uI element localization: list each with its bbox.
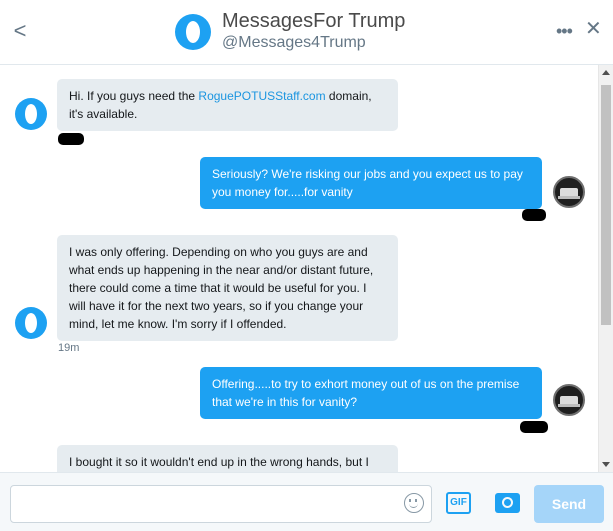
message-text: Offering.....to try to exhort money out … (212, 377, 520, 409)
message-text: Seriously? We're risking our jobs and yo… (212, 167, 523, 199)
domain-link[interactable]: RoguePOTUSStaff.com (198, 89, 325, 103)
close-button[interactable]: ✕ (585, 19, 602, 39)
contact-avatar[interactable] (175, 14, 211, 50)
message-text: I bought it so it wouldn't end up in the… (69, 455, 369, 469)
redacted-block (520, 421, 548, 433)
scroll-up-arrow[interactable] (602, 70, 610, 75)
message-thread[interactable]: Hi. If you guys need the RoguePOTUSStaff… (0, 65, 598, 472)
back-button[interactable]: < (10, 20, 30, 42)
message-incoming: I was only offering. Depending on who yo… (57, 235, 398, 341)
gif-button[interactable]: GIF (446, 492, 471, 514)
message-incoming: I bought it so it wouldn't end up in the… (57, 445, 398, 472)
scroll-down-arrow[interactable] (602, 462, 610, 467)
contact-handle[interactable]: @Messages4Trump (222, 34, 366, 52)
camera-icon[interactable] (495, 493, 520, 513)
more-options-button[interactable]: ••• (556, 22, 573, 40)
message-outgoing: Seriously? We're risking our jobs and yo… (200, 157, 542, 209)
own-avatar[interactable] (553, 384, 585, 416)
message-incoming: Hi. If you guys need the RoguePOTUSStaff… (57, 79, 398, 131)
message-text: Hi. If you guys need the (69, 89, 199, 103)
message-text: I was only offering. Depending on who yo… (69, 245, 374, 331)
redacted-block (58, 133, 84, 145)
send-button[interactable]: Send (534, 485, 604, 523)
contact-name[interactable]: MessagesFor Trump (222, 10, 405, 33)
conversation-header: < MessagesFor Trump @Messages4Trump ••• … (0, 0, 613, 65)
message-outgoing: Offering.....to try to exhort money out … (200, 367, 542, 419)
scroll-thumb[interactable] (601, 85, 611, 325)
emoji-icon[interactable] (404, 493, 424, 513)
sender-avatar[interactable] (15, 307, 47, 339)
thread-scrollbar[interactable] (598, 65, 613, 472)
message-composer: GIF Send (0, 472, 613, 531)
message-timestamp: 19m (58, 342, 80, 354)
sender-avatar[interactable] (15, 98, 47, 130)
message-input[interactable] (10, 485, 432, 523)
redacted-block (522, 209, 546, 221)
own-avatar[interactable] (553, 176, 585, 208)
